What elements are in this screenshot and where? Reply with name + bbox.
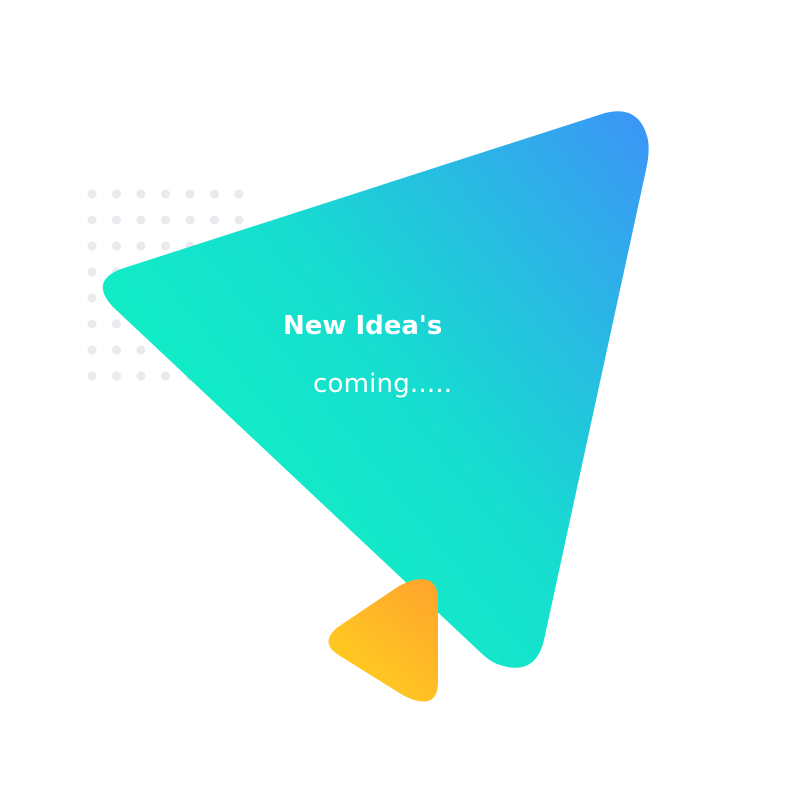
- pattern-dot: [87, 267, 97, 277]
- pattern-dot: [161, 215, 170, 225]
- pattern-dot: [161, 189, 170, 199]
- pattern-dot: [210, 189, 219, 199]
- pattern-dot: [161, 241, 170, 251]
- pattern-dot: [87, 345, 97, 355]
- pattern-dot: [210, 215, 219, 225]
- pattern-dot: [87, 215, 97, 225]
- pattern-dot: [136, 189, 146, 199]
- pattern-dot: [161, 371, 170, 381]
- headline-text: New Idea's: [283, 311, 443, 341]
- pattern-dot: [87, 189, 97, 199]
- pattern-dot: [136, 345, 146, 355]
- pattern-dot: [185, 189, 195, 199]
- pattern-dot: [136, 241, 146, 251]
- small-triangle-shape: [328, 579, 438, 702]
- pattern-dot: [87, 319, 97, 329]
- pattern-dot: [136, 215, 146, 225]
- pattern-dot: [136, 371, 146, 381]
- pattern-dot: [112, 345, 121, 355]
- subline-text: coming.....: [313, 369, 453, 399]
- pattern-dot: [112, 241, 121, 251]
- pattern-dot: [112, 189, 121, 199]
- pattern-dot: [234, 189, 244, 199]
- pattern-dot: [112, 371, 121, 381]
- pattern-dot: [87, 241, 97, 251]
- poster-canvas: New Idea's coming.....: [0, 0, 800, 800]
- pattern-dot: [87, 293, 97, 303]
- pattern-dot: [87, 371, 97, 381]
- pattern-dot: [112, 319, 121, 329]
- pattern-dot: [185, 215, 195, 225]
- pattern-dot: [112, 215, 121, 225]
- pattern-dot: [234, 215, 244, 225]
